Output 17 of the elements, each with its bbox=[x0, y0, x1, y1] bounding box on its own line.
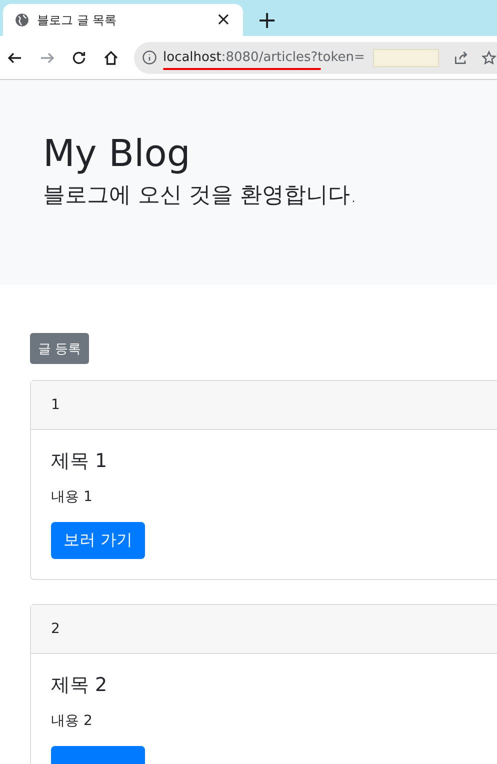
article-title: 제목 1 bbox=[51, 449, 108, 474]
close-button[interactable]: × bbox=[216, 11, 231, 29]
browser-tab[interactable]: 블로그 글 목록 × bbox=[3, 4, 243, 36]
tab-title: 블로그 글 목록 bbox=[37, 12, 118, 28]
article-id: 2 bbox=[51, 621, 60, 637]
url-path: :8080/articles?token= bbox=[221, 50, 365, 65]
new-tab-button[interactable]: + bbox=[257, 8, 278, 32]
address-bar[interactable]: localhost:8080/articles?token= bbox=[134, 42, 497, 74]
page-heading: My Blog bbox=[43, 132, 192, 176]
article-id: 1 bbox=[51, 397, 60, 413]
view-button[interactable]: 보러 가기 bbox=[51, 522, 145, 559]
register-button[interactable]: 글 등록 bbox=[30, 333, 90, 364]
article-content: 내용 2 bbox=[51, 712, 92, 730]
article-title: 제목 2 bbox=[51, 673, 108, 698]
url-host: localhost bbox=[163, 50, 222, 65]
article-content: 내용 1 bbox=[51, 488, 92, 506]
welcome-text: 블로그에 오신 것을 환영합니다. bbox=[43, 182, 358, 210]
